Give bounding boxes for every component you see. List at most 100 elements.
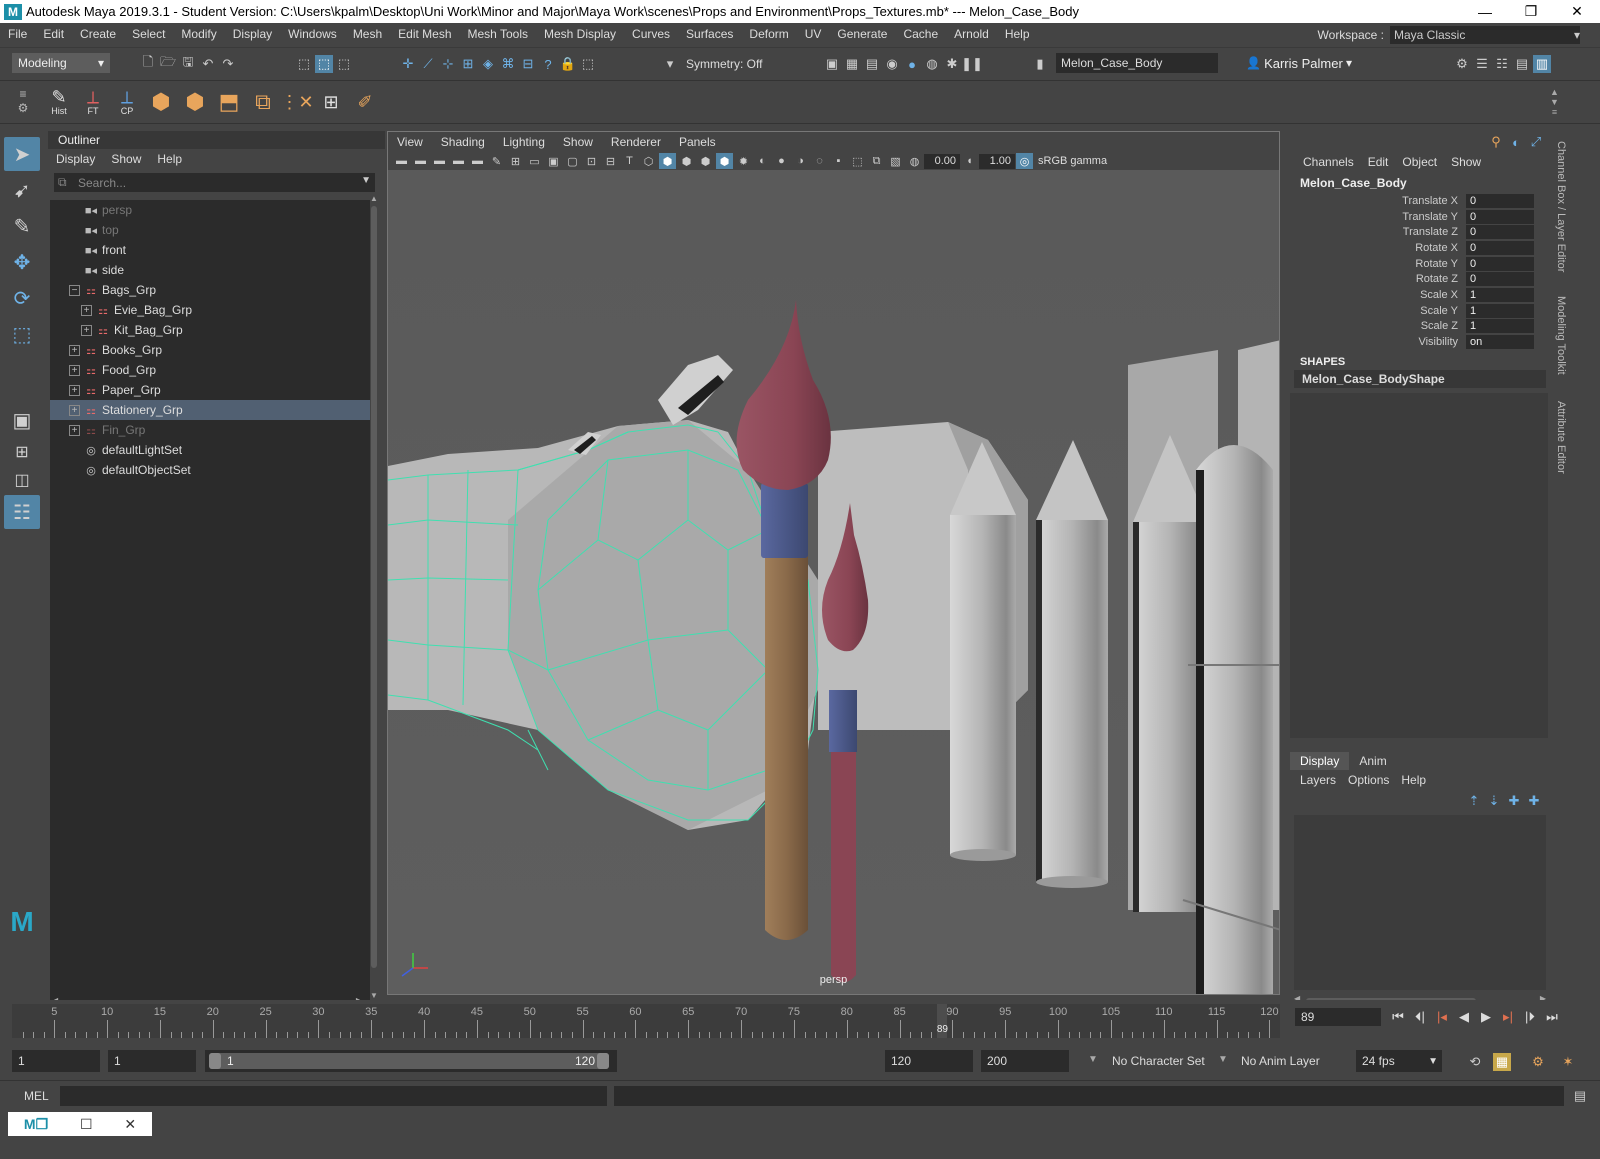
menu-deform[interactable]: Deform <box>741 27 796 41</box>
outliner-node-bags-grp[interactable]: − ⚏ Bags_Grp <box>50 280 370 300</box>
center-pivot-button[interactable]: ⟂ CP <box>112 84 142 120</box>
layer-menu-layers[interactable]: Layers <box>1294 773 1342 787</box>
smooth-shade-icon[interactable]: ⬢ <box>659 153 676 169</box>
range-start-handle[interactable] <box>209 1053 221 1069</box>
playback-start-field[interactable]: 1 <box>108 1050 196 1072</box>
tab-modeling-toolkit[interactable]: Modeling Toolkit <box>1555 296 1567 375</box>
menu-curves[interactable]: Curves <box>624 27 678 41</box>
rotate-tool-icon[interactable]: ⟳ <box>4 281 40 315</box>
menu-mesh-tools[interactable]: Mesh Tools <box>460 27 536 41</box>
script-editor-icon[interactable]: ▤ <box>1571 1087 1589 1105</box>
channels-menu-show[interactable]: Show <box>1444 155 1488 169</box>
anim-layer-chevron-icon[interactable]: ▼ <box>1218 1054 1228 1065</box>
save-scene-icon[interactable]: 🖫 <box>179 54 197 73</box>
tool-settings-icon[interactable]: ☷ <box>1493 55 1511 73</box>
menu-mesh[interactable]: Mesh <box>345 27 390 41</box>
shape-node-name[interactable]: Melon_Case_BodyShape <box>1294 369 1546 388</box>
time-slider-track[interactable]: 5 10 15 20 25 30 35 40 45 50 55 60 65 70 75 80 85 90 95 100… <box>12 1004 1280 1038</box>
undo-icon[interactable]: ↶ <box>199 55 217 73</box>
fps-dropdown[interactable]: 24 fps ▼ <box>1356 1050 1442 1072</box>
channel-box-tools-icon[interactable]: ⚲ <box>1487 133 1505 151</box>
menu-mesh-display[interactable]: Mesh Display <box>536 27 624 41</box>
redo-icon[interactable]: ↷ <box>219 55 237 73</box>
gamma-icon[interactable]: ◖ <box>961 153 978 169</box>
attr-scale-z[interactable]: Scale Z1 <box>1290 319 1550 335</box>
attr-translate-y[interactable]: Translate Y0 <box>1290 209 1550 225</box>
viewport-menu-view[interactable]: View <box>388 135 432 149</box>
scene-start-field[interactable]: 1 <box>12 1050 100 1072</box>
render-view-icon[interactable]: ▣ <box>823 55 841 73</box>
camera-select-icon[interactable]: ▬ <box>393 153 410 169</box>
snap-live-icon[interactable]: ⌘ <box>499 55 517 73</box>
expand-icon[interactable]: + <box>69 344 80 356</box>
viewport-scene[interactable] <box>388 170 1280 995</box>
poly-cube-button[interactable]: ⬢ <box>180 84 210 120</box>
select-hierarchy-icon[interactable]: ⬚ <box>295 55 313 73</box>
tab-attribute-editor[interactable]: Attribute Editor <box>1555 401 1567 474</box>
snap-point-icon[interactable]: ⊹ <box>439 55 457 73</box>
viewport-menu-panels[interactable]: Panels <box>670 135 725 149</box>
layer-tab-anim[interactable]: Anim <box>1349 752 1396 770</box>
outliner-node-top[interactable]: ■◂ top <box>50 220 370 240</box>
use-all-lights-icon[interactable]: ⬢ <box>716 153 733 169</box>
channel-box-icon[interactable]: ▤ <box>1513 55 1531 73</box>
marker-mesh[interactable] <box>1182 445 1280 995</box>
textured-icon[interactable]: ⬢ <box>697 153 714 169</box>
menu-create[interactable]: Create <box>72 27 124 41</box>
go-to-start-icon[interactable]: ⏮ <box>1387 1008 1409 1026</box>
expand-icon[interactable]: + <box>81 304 92 316</box>
pencil-1-mesh[interactable] <box>950 442 1016 861</box>
shelf-options-icon[interactable]: ≡ ⚙ <box>16 87 30 119</box>
channels-menu-channels[interactable]: Channels <box>1296 155 1361 169</box>
safe-action-icon[interactable]: ⊟ <box>602 153 619 169</box>
grid-icon[interactable]: ⊞ <box>507 153 524 169</box>
xray-icon[interactable]: ⬚ <box>849 153 866 169</box>
outliner-node-side[interactable]: ■◂ side <box>50 260 370 280</box>
command-input[interactable] <box>60 1086 607 1106</box>
four-view-layout-icon[interactable]: ⊞ <box>4 439 40 465</box>
range-slider-bar[interactable]: 1 120 <box>205 1050 617 1072</box>
playback-end-field[interactable]: 120 <box>885 1050 973 1072</box>
outliner-node-default-object-set[interactable]: ◎ defaultObjectSet <box>50 460 370 480</box>
channels-menu-object[interactable]: Object <box>1395 155 1444 169</box>
motion-blur-icon[interactable]: ● <box>773 153 790 169</box>
poly-bevel-button[interactable]: ⬢ <box>146 84 176 120</box>
auto-key-icon[interactable]: ▦ <box>1493 1053 1511 1071</box>
attr-rotate-y[interactable]: Rotate Y0 <box>1290 256 1550 272</box>
safe-title-icon[interactable]: T <box>621 153 638 169</box>
hypershade-icon[interactable]: ● <box>903 55 921 73</box>
viewport-panel[interactable]: View Shading Lighting Show Renderer Pane… <box>387 131 1280 995</box>
outliner-node-kit-bag-grp[interactable]: + ⚏ Kit_Bag_Grp <box>50 320 370 340</box>
viewport-menu-show[interactable]: Show <box>554 135 602 149</box>
character-icon[interactable]: ✶ <box>1559 1053 1577 1071</box>
camera-attributes-icon[interactable]: ▬ <box>412 153 429 169</box>
select-object-icon[interactable]: ⬚ <box>315 55 333 73</box>
single-perspective-view-icon[interactable]: ▣ <box>4 403 40 437</box>
step-back-key-icon[interactable]: |◂ <box>1431 1008 1453 1026</box>
paint-select-tool-icon[interactable]: ✎ <box>4 209 40 243</box>
image-plane-icon[interactable]: ▬ <box>450 153 467 169</box>
menu-select[interactable]: Select <box>124 27 173 41</box>
channel-box-refresh-icon[interactable]: ◐ <box>1507 133 1525 151</box>
pencil-2-mesh[interactable] <box>1036 440 1108 888</box>
menu-edit[interactable]: Edit <box>35 27 72 41</box>
two-d-pan-icon[interactable]: ▬ <box>469 153 486 169</box>
channel-box-expand-icon[interactable]: ⤢ <box>1527 133 1545 151</box>
snap-help-icon[interactable]: ? <box>539 55 557 73</box>
outliner-menu-show[interactable]: Show <box>103 152 149 166</box>
anim-layer-menu[interactable]: No Anim Layer <box>1235 1050 1335 1072</box>
menu-set-dropdown[interactable]: Modeling ▾ <box>12 53 110 73</box>
close-icon[interactable]: ✕ <box>124 1116 136 1133</box>
object-name-field[interactable]: Melon_Case_Body <box>1056 53 1218 73</box>
view-transform-label[interactable]: sRGB gamma <box>1038 155 1107 167</box>
shadows-icon[interactable]: ✹ <box>735 153 752 169</box>
menu-edit-mesh[interactable]: Edit Mesh <box>390 27 459 41</box>
current-frame-field[interactable]: 89 <box>1295 1008 1381 1026</box>
outliner-node-front[interactable]: ■◂ front <box>50 240 370 260</box>
outliner-node-books-grp[interactable]: + ⚏ Books_Grp <box>50 340 370 360</box>
go-to-end-icon[interactable]: ⏭ <box>1541 1008 1563 1026</box>
expand-icon[interactable]: + <box>69 424 80 436</box>
menu-help[interactable]: Help <box>997 27 1038 41</box>
scroll-up-icon[interactable]: ▲ <box>369 194 379 203</box>
freeze-transforms-button[interactable]: ⟂ FT <box>78 84 108 120</box>
